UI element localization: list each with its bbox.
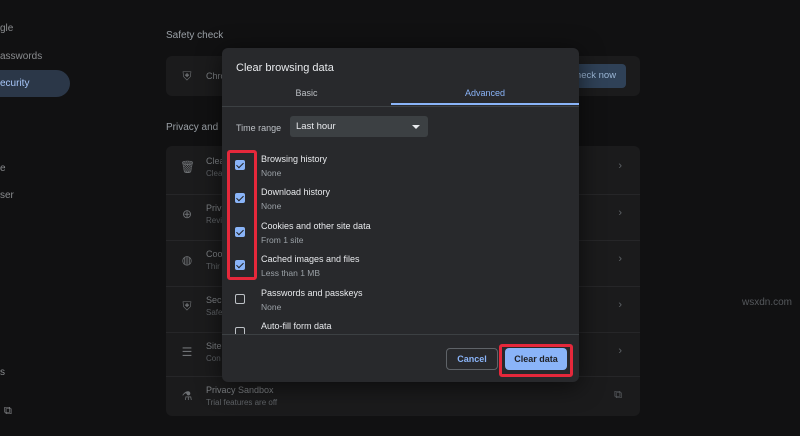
row-title: Site [206,341,222,351]
privacy-heading: Privacy and [166,122,219,133]
checkbox-highlight-annotation [227,150,257,280]
sidebar-item-appearance[interactable]: e [0,163,6,174]
chevron-right-icon: › [618,207,622,219]
external-link-icon: ⧉ [614,389,622,401]
checkbox-passwords[interactable] [235,294,245,304]
time-range-select[interactable]: Last hour [290,116,428,137]
flask-icon: ⚗ [181,389,193,403]
chevron-right-icon: › [618,160,622,172]
dialog-title: Clear browsing data [236,62,334,74]
sidebar-item-browser[interactable]: ser [0,190,14,201]
watermark: wsxdn.com [741,297,792,308]
cookie-icon: ◍ [181,253,193,267]
item-title: Auto-fill form data [261,321,332,331]
tab-basic[interactable]: Basic [222,82,391,105]
item-subtitle: None [261,168,282,178]
dropdown-arrow-icon [412,125,420,129]
chevron-right-icon: › [618,299,622,311]
list-item-passwords[interactable]: Passwords and passkeys None [222,283,579,316]
cancel-button[interactable]: Cancel [446,348,498,370]
time-range-value: Last hour [296,121,336,132]
row-subtitle: Con [206,354,221,363]
row-subtitle: Thir [206,262,220,271]
safety-check-heading: Safety check [166,30,224,41]
checkbox-autofill[interactable] [235,327,245,334]
row-subtitle: Clea [206,169,223,178]
sidebar-item-privacy-security[interactable]: ecurity [0,78,29,89]
item-title: Cookies and other site data [261,221,371,231]
list-item-browsing-history[interactable]: Browsing history None [222,149,579,182]
chevron-right-icon: › [618,253,622,265]
sidebar-item-extensions[interactable]: s [0,367,5,378]
item-subtitle: From 1 site [261,235,304,245]
row-title: Privacy Sandbox [206,385,274,395]
row-title: Coo [206,249,223,259]
shield-icon: ⛨ [182,299,192,313]
list-item-autofill[interactable]: Auto-fill form data [222,316,579,334]
row-subtitle: Safe [206,308,223,317]
time-range-label: Time range [236,123,282,133]
external-link-icon[interactable]: ⧉ [4,405,12,418]
data-type-list[interactable]: Browsing history None Download history N… [222,148,579,334]
dialog-tabs: Basic Advanced [222,82,579,107]
row-subtitle: Revi [206,216,223,225]
list-item-cached-images[interactable]: Cached images and files Less than 1 MB [222,249,579,282]
privacy-guide-icon: ⊕ [181,207,193,221]
privacy-row-sandbox[interactable]: ⚗ Privacy Sandbox Trial features are off… [166,376,640,417]
item-subtitle: Less than 1 MB [261,268,321,278]
item-title: Browsing history [261,154,328,164]
list-item-download-history[interactable]: Download history None [222,182,579,215]
sidebar-item-google[interactable]: gle [0,23,13,34]
item-title: Download history [261,187,331,197]
clear-data-highlight-annotation [499,344,573,377]
item-subtitle: None [261,302,282,312]
list-item-cookies[interactable]: Cookies and other site data From 1 site [222,216,579,249]
tune-icon: ☰ [181,345,193,359]
trash-icon: 🗑 [180,160,196,174]
item-subtitle: None [261,201,282,211]
shield-check-icon: ⛨ [182,69,192,83]
item-title: Passwords and passkeys [261,288,363,298]
sidebar-item-passwords[interactable]: asswords [0,51,42,62]
row-subtitle: Trial features are off [206,398,278,407]
chevron-right-icon: › [618,345,622,357]
item-title: Cached images and files [261,254,360,264]
clear-browsing-data-dialog: Clear browsing data Basic Advanced Time … [222,48,579,382]
tab-advanced[interactable]: Advanced [391,82,579,105]
